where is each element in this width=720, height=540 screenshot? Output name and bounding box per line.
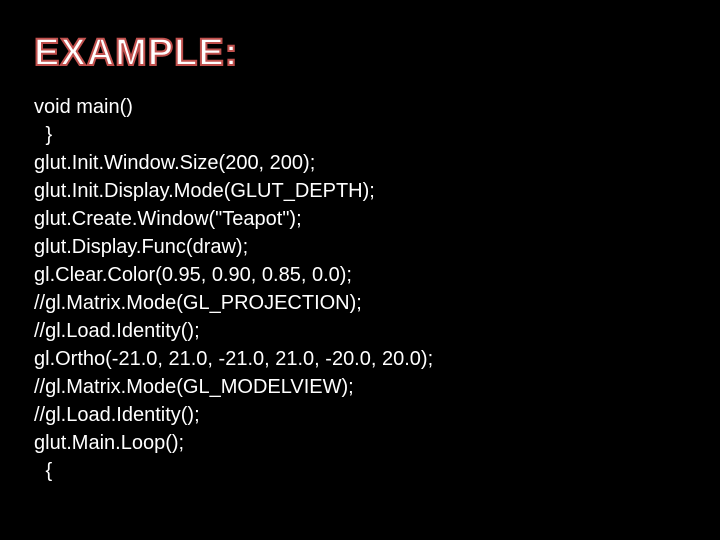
code-line-3: glut.Init.Window.Size(200, 200); bbox=[34, 149, 720, 177]
code-line-13: glut.Main.Loop(); bbox=[34, 429, 720, 457]
code-line-1: void main() bbox=[34, 93, 720, 121]
code-line-11: //gl.Matrix.Mode(GL_MODELVIEW); bbox=[34, 373, 720, 401]
code-line-8: //gl.Matrix.Mode(GL_PROJECTION); bbox=[34, 289, 720, 317]
code-line-9: //gl.Load.Identity(); bbox=[34, 317, 720, 345]
slide: EXAMPLE: void main() } glut.Init.Window.… bbox=[0, 0, 720, 540]
code-line-14: { bbox=[34, 457, 720, 485]
code-line-7: gl.Clear.Color(0.95, 0.90, 0.85, 0.0); bbox=[34, 261, 720, 289]
code-line-10: gl.Ortho(-21.0, 21.0, -21.0, 21.0, -20.0… bbox=[34, 345, 720, 373]
slide-heading: EXAMPLE: bbox=[0, 0, 720, 75]
code-line-4: glut.Init.Display.Mode(GLUT_DEPTH); bbox=[34, 177, 720, 205]
code-block: void main() } glut.Init.Window.Size(200,… bbox=[0, 93, 720, 485]
code-line-12: //gl.Load.Identity(); bbox=[34, 401, 720, 429]
code-line-6: glut.Display.Func(draw); bbox=[34, 233, 720, 261]
code-line-5: glut.Create.Window("Teapot"); bbox=[34, 205, 720, 233]
code-line-2: } bbox=[34, 121, 720, 149]
